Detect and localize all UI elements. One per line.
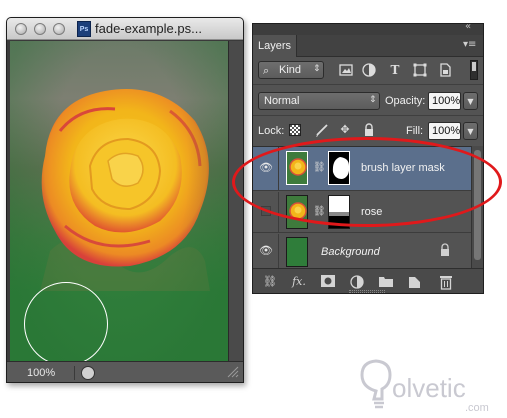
search-icon: ⌕ — [263, 64, 270, 77]
filter-toggle-switch[interactable] — [470, 60, 478, 80]
solvetic-watermark-logo: olvetic .com — [360, 359, 489, 414]
document-titlebar[interactable]: Ps fade-example.ps... — [7, 18, 243, 40]
layer-lock-icon — [439, 243, 451, 262]
lock-all-icon[interactable] — [361, 122, 377, 138]
photoshop-file-icon: Ps — [77, 21, 91, 37]
blend-mode-value: Normal — [264, 95, 300, 107]
opacity-field[interactable]: 100% — [428, 92, 461, 110]
fx-icon[interactable]: fx. — [290, 274, 308, 290]
opacity-dropdown-arrow-icon[interactable]: ▼ — [463, 92, 478, 110]
panel-topbar[interactable]: « — [253, 21, 483, 35]
layer-thumbnail[interactable] — [286, 237, 308, 267]
lock-label: Lock: — [258, 125, 285, 137]
delete-layer-trash-icon[interactable] — [437, 274, 455, 290]
close-window-button[interactable] — [15, 23, 27, 35]
link-layers-icon[interactable]: ⛓ — [261, 274, 279, 290]
zoom-level[interactable]: 100% — [27, 367, 55, 379]
zoom-window-button[interactable] — [53, 23, 65, 35]
new-group-folder-icon[interactable] — [377, 274, 395, 290]
layer-row-background[interactable]: 👁 Background — [253, 234, 471, 269]
panel-resize-grip[interactable] — [349, 290, 385, 293]
document-window: Ps fade-example.ps... 100% — [6, 17, 244, 383]
minimize-window-button[interactable] — [34, 23, 46, 35]
watermark-subtext: .com — [465, 402, 489, 414]
blend-mode-dropdown[interactable]: Normal ⇕ — [258, 92, 380, 110]
fill-label: Fill: — [406, 125, 424, 137]
adjustment-layer-icon[interactable] — [348, 274, 366, 290]
panel-menu-icon[interactable]: ▾≡ — [463, 39, 476, 50]
lock-image-pixels-icon[interactable] — [314, 122, 330, 138]
lock-position-icon[interactable]: ✥ — [337, 122, 353, 138]
document-statusbar: 100% — [7, 361, 243, 382]
fill-field[interactable]: 100% — [428, 122, 461, 140]
fill-dropdown-arrow-icon[interactable]: ▼ — [463, 122, 478, 140]
document-title: fade-example.ps... — [95, 21, 202, 36]
watermark-text: olvetic — [392, 373, 466, 403]
add-mask-icon[interactable] — [319, 274, 337, 290]
smart-object-filter-icon[interactable] — [437, 62, 453, 78]
pixel-layer-filter-icon[interactable] — [338, 62, 354, 78]
new-layer-icon[interactable] — [406, 274, 424, 290]
status-divider — [74, 366, 75, 380]
kind-filter-label: Kind — [279, 64, 302, 76]
document-canvas[interactable] — [10, 41, 228, 361]
lock-transparent-pixels-icon[interactable] — [289, 124, 301, 136]
tab-layers[interactable]: Layers — [253, 35, 297, 57]
red-highlight-ellipse — [232, 137, 502, 227]
visibility-toggle[interactable]: 👁 — [253, 234, 279, 268]
shape-filter-icon[interactable] — [412, 62, 428, 78]
tab-layers-label: Layers — [258, 40, 292, 52]
collapse-panel-icon[interactable]: « — [465, 21, 471, 32]
panel-divider — [253, 84, 483, 85]
status-menu-icon[interactable] — [81, 366, 95, 380]
panel-divider — [253, 115, 483, 116]
type-filter-icon[interactable]: T — [387, 62, 403, 78]
eye-icon: 👁 — [259, 244, 273, 257]
layer-name: Background — [321, 246, 380, 258]
dropdown-arrows-icon: ⇕ — [313, 64, 321, 74]
brush-cursor-icon — [24, 282, 108, 361]
kind-filter-dropdown[interactable]: ⌕ Kind ⇕ — [258, 61, 324, 79]
adjustment-filter-icon[interactable] — [361, 62, 377, 78]
panel-tabbar: Layers ▾≡ — [253, 35, 483, 57]
resize-grip-icon[interactable] — [225, 364, 239, 378]
document-vertical-scrollbar[interactable] — [228, 41, 243, 361]
opacity-label: Opacity: — [385, 95, 426, 107]
dropdown-arrows-icon: ⇕ — [369, 95, 377, 105]
